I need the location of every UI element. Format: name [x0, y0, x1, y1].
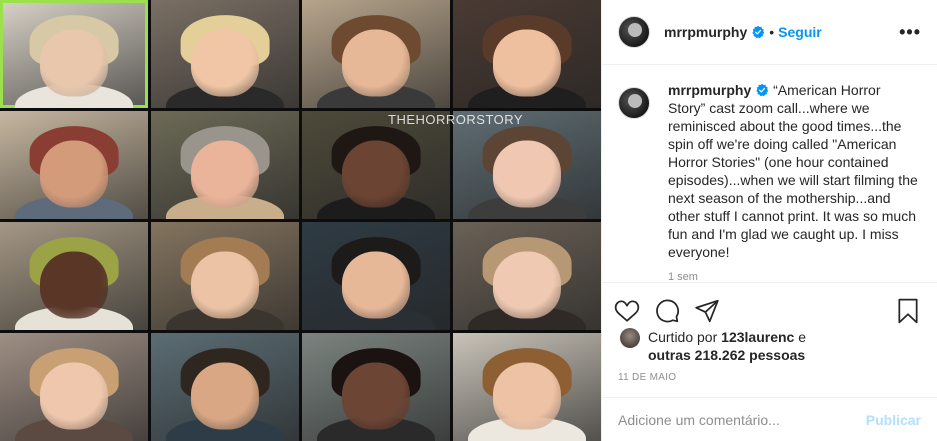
participant-tile [151, 0, 299, 108]
participant-tile [453, 222, 601, 330]
caption-username[interactable]: mrrpmurphy [668, 82, 751, 98]
participant-face [341, 362, 411, 430]
participant-tile [302, 111, 450, 219]
participant-tile [0, 111, 148, 219]
liker-avatar[interactable] [620, 328, 640, 348]
participant-face [190, 140, 260, 208]
participant-face [39, 140, 109, 208]
avatar[interactable] [618, 16, 650, 48]
participant-tile [453, 0, 601, 108]
likes-count[interactable]: outras 218.262 pessoas [648, 347, 805, 363]
video-call-grid [0, 0, 601, 441]
participant-tile [453, 333, 601, 441]
participant-tile [151, 222, 299, 330]
follow-button[interactable]: Seguir [778, 24, 822, 40]
participant-face [39, 251, 109, 319]
comment-icon[interactable] [654, 298, 680, 324]
participant-face [341, 140, 411, 208]
participant-face [39, 362, 109, 430]
more-options-icon[interactable]: ••• [899, 22, 921, 43]
watermark: THEHORRORSTORY [388, 112, 524, 127]
likes-conjunction: e [794, 329, 807, 345]
participant-tile [0, 0, 148, 108]
caption-body: “American Horror Story” cast zoom call..… [668, 82, 918, 260]
participant-face [492, 140, 562, 208]
participant-face [492, 362, 562, 430]
share-icon[interactable] [694, 298, 720, 324]
participant-tile [453, 111, 601, 219]
participant-tile [302, 333, 450, 441]
post-header: mrrpmurphy • Seguir ••• [602, 0, 937, 65]
participant-tile [302, 0, 450, 108]
verified-badge-icon [752, 25, 765, 39]
participant-face [39, 29, 109, 97]
liker-username[interactable]: 123laurenc [721, 329, 794, 345]
caption-text: mrrpmurphy “American Horror Story” cast … [668, 81, 921, 261]
comments-section[interactable]: mrrpmurphy “American Horror Story” cast … [602, 65, 937, 283]
caption-row: mrrpmurphy “American Horror Story” cast … [618, 81, 921, 261]
participant-face [190, 251, 260, 319]
post-panel: mrrpmurphy • Seguir ••• mrrpmurphy “Amer… [601, 0, 937, 441]
add-comment-bar: Publicar [602, 397, 937, 441]
participant-tile [151, 111, 299, 219]
participant-tile [0, 222, 148, 330]
likes-prefix: Curtido por [648, 329, 722, 345]
participant-tile [0, 333, 148, 441]
caption-avatar[interactable] [618, 87, 650, 119]
post-media[interactable]: THEHORRORSTORY [0, 0, 601, 441]
post-date[interactable]: 11 DE MAIO [602, 364, 937, 383]
caption-timestamp[interactable]: 1 sem [668, 271, 921, 283]
participant-face [190, 362, 260, 430]
header-username[interactable]: mrrpmurphy [664, 24, 747, 40]
comment-input[interactable] [618, 411, 866, 428]
participant-face [341, 251, 411, 319]
participant-face [190, 29, 260, 97]
action-bar [602, 282, 937, 328]
likes-summary: Curtido por 123laurenc e outras 218.262 … [602, 328, 937, 364]
participant-face [341, 29, 411, 97]
participant-face [492, 29, 562, 97]
publish-button[interactable]: Publicar [866, 412, 921, 428]
participant-face [492, 251, 562, 319]
verified-badge-icon [756, 83, 769, 97]
separator-dot: • [769, 24, 775, 40]
likes-text: Curtido por 123laurenc e outras 218.262 … [648, 328, 806, 364]
participant-tile [302, 222, 450, 330]
heart-icon[interactable] [614, 298, 640, 324]
bookmark-icon[interactable] [895, 298, 921, 324]
participant-tile [151, 333, 299, 441]
